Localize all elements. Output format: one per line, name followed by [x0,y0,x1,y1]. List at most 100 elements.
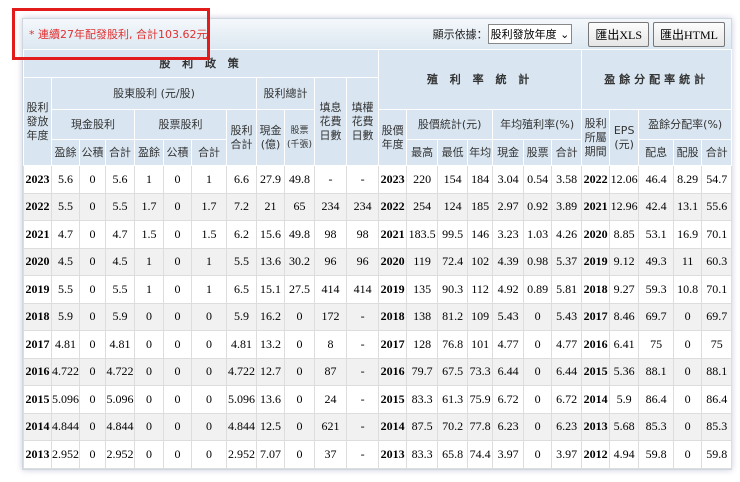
table-cell: 0 [79,192,106,221]
table-cell: 53.1 [638,220,675,249]
table-cell: 7.2 [226,192,257,221]
table-cell: 220 [406,165,439,194]
table-cell: 0 [134,330,164,359]
table-cell: 54.7 [701,165,733,194]
table-row: 2017 4.81 0 4.81 0 0 0 4.81 13.2 0 8-2017 128 76.8 10… [23,330,733,359]
table-cell: 2020 [378,247,408,276]
header-stock-dividend: 股票股利 [134,109,227,140]
table-cell: 4.81 [51,330,80,359]
table-cell: 49.3 [638,247,675,276]
header-pay-cash: 配息 [638,139,675,166]
table-cell: 172 [314,302,347,331]
table-cell: 0 [284,385,315,414]
table-cell: 37 [314,440,347,469]
table-cell: - [345,385,380,414]
table-cell: 0 [284,412,315,441]
table-cell: 0 [284,357,315,386]
table-row: 2018 5.9 0 5.9 0 0 0 5.9 16.2 0 172-2018 138 81.2 109… [23,302,733,331]
table-cell: 85.3 [638,412,675,441]
table-cell: 5.68 [609,412,640,441]
export-xls-button[interactable]: 匯出XLS [588,21,649,47]
table-cell: 4.5 [105,247,135,276]
table-cell: 10.8 [673,275,703,304]
table-cell: 24 [314,385,347,414]
table-row: 2015 5.096 0 5.096 0 0 0 5.096 13.6 0 24-2015 83.3 6… [23,385,733,414]
table-cell: 0 [79,220,106,249]
table-cell: 6.6 [226,165,257,194]
table-cell: 65 [284,192,315,221]
table-cell: 0 [673,357,703,386]
table-cell: 109 [467,302,494,331]
header-total: 合計 [191,139,227,166]
table-cell: 101 [467,330,494,359]
table-cell: 2014 [23,412,52,441]
table-cell: 83.3 [406,385,439,414]
table-cell: 5.9 [609,385,640,414]
header-cash-yi: 現金(億) [256,109,285,166]
table-cell: 1 [134,247,164,276]
table-cell: 0 [134,302,164,331]
header-total: 合計 [701,139,733,166]
table-cell: 87.5 [406,412,439,441]
table-cell: 5.5 [105,192,135,221]
table-cell: 234 [314,192,347,221]
table-cell: 2021 [378,220,408,249]
table-cell: 3.58 [551,165,583,194]
table-cell: 3.89 [551,192,583,221]
header-holder-dividend: 股東股利 (元/股) [51,77,257,110]
table-cell: - [345,302,380,331]
header-price-stats: 股價統計(元) [406,109,494,140]
display-basis-select[interactable]: 股利發放年度 ⌄ [487,24,573,44]
table-row: 2022 5.5 0 5.5 1.7 0 1.7 7.2 21 65 234 234 2022 254 12… [23,192,733,221]
table-cell: 0 [163,357,192,386]
table-cell: 9.27 [609,275,640,304]
table-cell: 4.7 [105,220,135,249]
table-cell: 6.23 [492,412,525,441]
header-total: 合計 [105,139,135,166]
table-cell: 42.4 [638,192,675,221]
table-cell: 9.12 [609,247,640,276]
table-cell: 4.844 [226,412,257,441]
table-cell: 2020 [581,220,611,249]
table-cell: 0 [163,385,192,414]
header-stock-k: 股票(千張) [284,109,315,166]
table-cell: 79.7 [406,357,439,386]
table-cell: 1 [134,275,164,304]
table-cell: 154 [437,165,469,194]
dividend-panel: * 連續27年配發股利, 合計103.62元 顯示依據： 股利發放年度 ⌄ 匯出… [22,18,733,470]
header-fill-dividend-days: 填息花費日數 [314,77,347,166]
table-cell: 0 [163,220,192,249]
table-cell: 1.03 [523,220,553,249]
display-basis-value: 股利發放年度 [490,28,557,41]
table-cell: 75 [638,330,675,359]
table-cell: - [345,165,380,194]
table-cell: 3.23 [492,220,525,249]
table-cell: 3.97 [492,440,525,469]
header-dividend-sum: 股利合計 [226,109,257,166]
table-cell: 3.97 [551,440,583,469]
table-cell: 60.3 [701,247,733,276]
table-cell: 59.8 [638,440,675,469]
table-cell: 86.4 [701,385,733,414]
table-cell: 128 [406,330,439,359]
table-cell: 2013 [378,440,408,469]
table-cell: 61.3 [437,385,469,414]
table-cell: 69.7 [638,302,675,331]
table-cell: 5.096 [226,385,257,414]
table-cell: 4.39 [492,247,525,276]
table-cell: 0 [163,412,192,441]
table-cell: 2017 [581,302,611,331]
table-cell: 2014 [378,412,408,441]
table-cell: 4.94 [609,440,640,469]
table-cell: 2021 [581,192,611,221]
table-cell: 0.89 [523,275,553,304]
table-cell: - [345,357,380,386]
table-cell: 81.2 [437,302,469,331]
table-cell: 6.2 [226,220,257,249]
table-cell: 0 [163,165,192,194]
table-cell: 0 [191,302,227,331]
header-reserve: 公積 [163,139,192,166]
table-cell: 0 [284,302,315,331]
table-cell: 0 [134,357,164,386]
export-html-button[interactable]: 匯出HTML [653,21,725,47]
